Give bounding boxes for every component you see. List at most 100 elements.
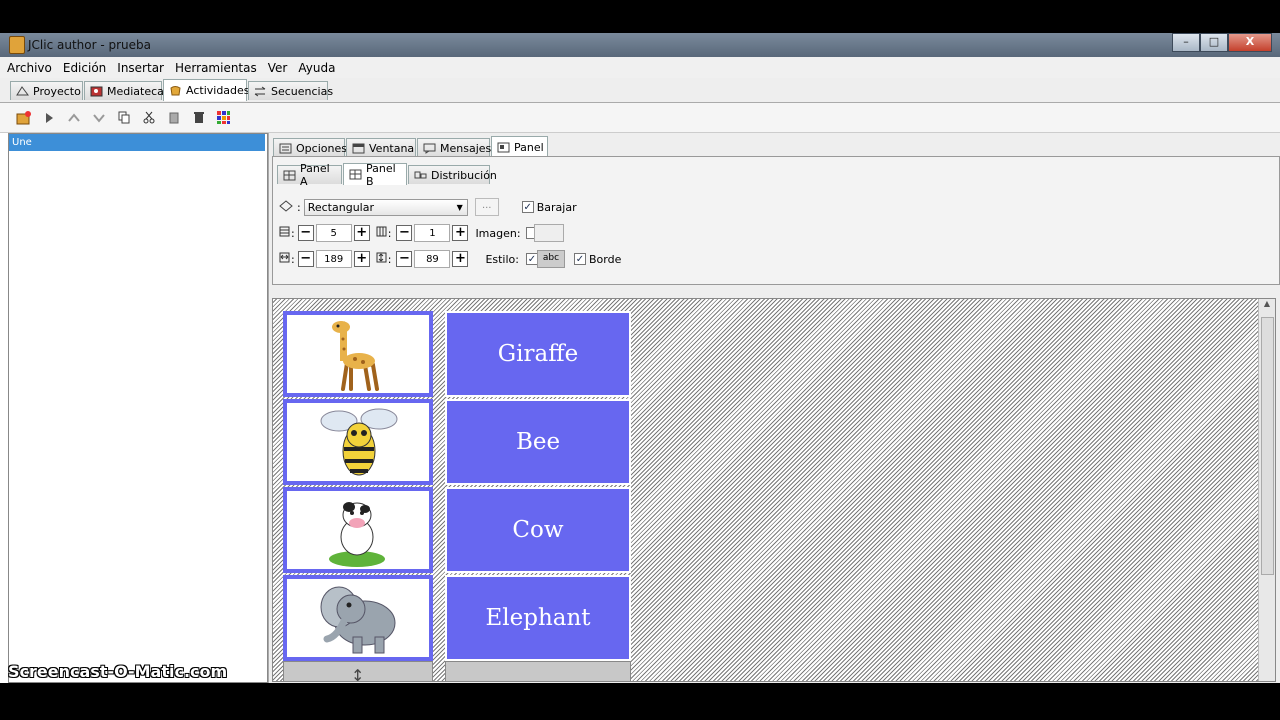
- image-button[interactable]: [533, 224, 564, 242]
- menu-insertar[interactable]: Insertar: [110, 57, 168, 78]
- tab-panel-label: Panel: [514, 141, 544, 154]
- rows-decrement[interactable]: −: [297, 225, 314, 241]
- image-cell-giraffe[interactable]: [283, 311, 433, 397]
- image-cell-elephant[interactable]: [283, 575, 433, 661]
- height-input[interactable]: 89: [414, 250, 451, 268]
- tab-panel-b-label: Panel B: [366, 161, 396, 188]
- menu-edicion[interactable]: Edición: [56, 57, 110, 78]
- window-title: JClic author - prueba: [28, 38, 152, 52]
- tab-panel-a-label: Panel A: [300, 162, 330, 188]
- cut-icon[interactable]: [140, 109, 157, 126]
- tab-mediateca[interactable]: Mediateca: [84, 81, 164, 100]
- columns-increment[interactable]: +: [452, 225, 469, 241]
- scroll-thumb[interactable]: [1261, 317, 1274, 575]
- tab-proyecto[interactable]: Proyecto: [10, 81, 83, 100]
- empty-cell-b[interactable]: [445, 661, 631, 681]
- jclic-app-icon: [9, 36, 25, 54]
- tab-distribucion[interactable]: Distribución: [408, 165, 497, 184]
- grid-properties-icon[interactable]: [215, 109, 232, 126]
- colon: :: [297, 200, 301, 214]
- text-cell-elephant[interactable]: Elephant: [445, 575, 631, 661]
- tab-ventana-label: Ventana: [369, 141, 415, 155]
- columns-icon: [376, 226, 388, 240]
- tab-mediateca-label: Mediateca: [107, 84, 164, 98]
- tab-mensajes[interactable]: Mensajes: [417, 138, 492, 157]
- menu-bar: Archivo Edición Insertar Herramientas Ve…: [0, 57, 1280, 78]
- tab-mensajes-label: Mensajes: [440, 141, 492, 155]
- shuffle-checkbox[interactable]: ✓: [521, 201, 534, 213]
- resize-vertical-icon[interactable]: ↕: [351, 666, 364, 681]
- text-cell-cow[interactable]: Cow: [445, 487, 631, 573]
- columns-decrement[interactable]: −: [396, 225, 413, 241]
- paste-icon[interactable]: [165, 109, 182, 126]
- rows-input[interactable]: 5: [315, 224, 352, 242]
- vertical-scrollbar[interactable]: ▲: [1258, 299, 1275, 681]
- shape-icon: [279, 199, 297, 215]
- columns-input[interactable]: 1: [414, 224, 451, 242]
- rows-icon: [279, 226, 291, 240]
- tab-panel[interactable]: Panel: [491, 136, 548, 158]
- width-decrement[interactable]: −: [297, 251, 314, 267]
- text-cell-giraffe[interactable]: Giraffe: [445, 311, 631, 397]
- shape-row: : Rectangular ▼ ... ✓ Barajar: [279, 197, 577, 217]
- tab-proyecto-label: Proyecto: [33, 84, 81, 98]
- close-button[interactable]: X: [1228, 33, 1272, 52]
- colon: :: [291, 252, 295, 266]
- shape-options-button[interactable]: ...: [474, 198, 499, 216]
- menu-herramientas[interactable]: Herramientas: [168, 57, 261, 78]
- play-icon[interactable]: [40, 109, 57, 126]
- cow-icon: [329, 502, 385, 567]
- maximize-button[interactable]: □: [1200, 33, 1228, 52]
- sequence-icon: [254, 86, 267, 97]
- chevron-down-icon: ▼: [456, 202, 463, 212]
- image-cell-cow[interactable]: [283, 487, 433, 573]
- colon: :: [387, 252, 392, 266]
- tab-actividades[interactable]: Actividades: [163, 79, 250, 101]
- style-label: Estilo:: [485, 252, 519, 266]
- app-window: JClic author - prueba – □ X Archivo Edic…: [0, 33, 1280, 683]
- menu-archivo[interactable]: Archivo: [0, 57, 56, 78]
- scroll-up-icon[interactable]: ▲: [1259, 299, 1275, 308]
- activities-icon: [169, 85, 182, 96]
- image-label: Imagen:: [475, 226, 521, 240]
- compass-icon: [16, 85, 29, 97]
- border-label: Borde: [588, 252, 622, 266]
- options-icon: [279, 143, 292, 154]
- tab-ventana[interactable]: Ventana: [346, 138, 416, 157]
- main-tab-strip: Proyecto Mediateca Actividades Secuencia…: [0, 78, 1280, 103]
- tab-secuencias-label: Secuencias: [271, 84, 334, 98]
- delete-icon[interactable]: [190, 109, 207, 126]
- grid-icon: [349, 169, 362, 180]
- width-input[interactable]: 189: [315, 250, 352, 268]
- activity-list: Une: [8, 133, 268, 683]
- shape-select-value: Rectangular: [307, 200, 374, 214]
- width-increment[interactable]: +: [353, 251, 370, 267]
- tab-distribucion-label: Distribución: [431, 168, 497, 182]
- shape-select[interactable]: Rectangular ▼: [303, 198, 468, 216]
- tab-panel-a[interactable]: Panel A: [277, 162, 342, 188]
- copy-icon[interactable]: [115, 109, 132, 126]
- style-button[interactable]: abc: [536, 250, 565, 268]
- move-down-icon[interactable]: [90, 109, 107, 126]
- tab-panel-b[interactable]: Panel B: [343, 161, 407, 188]
- height-increment[interactable]: +: [452, 251, 469, 267]
- minimize-button[interactable]: –: [1172, 33, 1200, 52]
- border-checkbox[interactable]: ✓: [573, 253, 586, 265]
- activity-item-une[interactable]: Une: [9, 134, 265, 151]
- height-decrement[interactable]: −: [396, 251, 413, 267]
- panel-preview-canvas[interactable]: ↕ Giraffe Bee Cow Elephant ▲: [272, 298, 1276, 682]
- rows-increment[interactable]: +: [353, 225, 370, 241]
- layout-icon: [414, 170, 427, 181]
- empty-cell-a[interactable]: ↕: [283, 661, 433, 681]
- elephant-icon: [320, 586, 396, 654]
- tab-secuencias[interactable]: Secuencias: [248, 81, 333, 100]
- image-cell-bee[interactable]: [283, 399, 433, 485]
- tab-actividades-label: Actividades: [186, 84, 250, 97]
- move-up-icon[interactable]: [65, 109, 82, 126]
- text-cell-bee[interactable]: Bee: [445, 399, 631, 485]
- menu-ver[interactable]: Ver: [261, 57, 292, 78]
- giraffe-icon: [332, 321, 379, 391]
- tab-opciones[interactable]: Opciones: [273, 138, 347, 157]
- new-activity-icon[interactable]: [15, 109, 32, 126]
- menu-ayuda[interactable]: Ayuda: [291, 57, 339, 78]
